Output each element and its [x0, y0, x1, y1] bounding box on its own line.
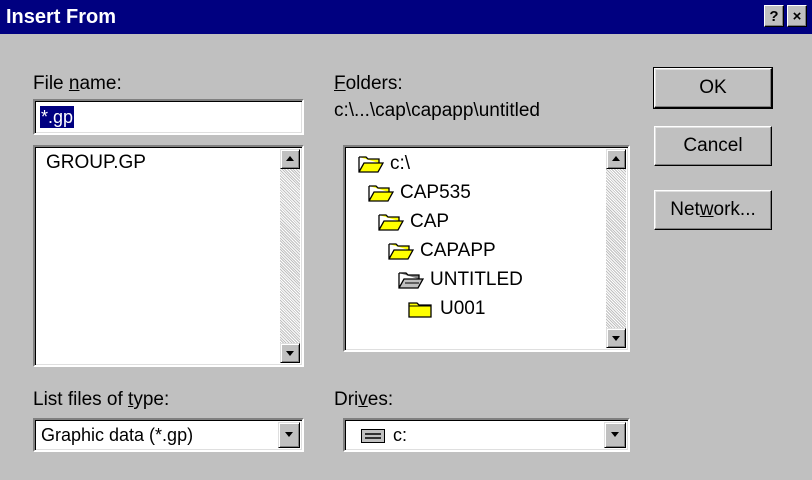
close-button[interactable]: ×: [787, 5, 807, 27]
folder-list[interactable]: c:\ CAP535 CAP CAPAPP UNTITLED U001: [343, 145, 630, 352]
chevron-down-icon: [286, 351, 294, 356]
folder-list-scrollbar[interactable]: [606, 149, 626, 348]
file-list-item[interactable]: GROUP.GP: [46, 151, 146, 175]
help-button[interactable]: ?: [764, 5, 784, 27]
chevron-up-icon: [286, 156, 294, 161]
drives-select[interactable]: c:: [343, 418, 630, 452]
current-folder-icon: [398, 272, 424, 289]
chevron-down-icon: [612, 336, 620, 341]
scroll-down-button[interactable]: [606, 328, 626, 348]
open-folder-icon: [388, 243, 414, 260]
open-folder-icon: [378, 214, 404, 231]
network-button[interactable]: Network...: [654, 190, 772, 230]
chevron-down-icon: [285, 432, 293, 437]
chevron-up-icon: [612, 156, 620, 161]
chevron-down-icon: [611, 432, 619, 437]
drives-dropdown-button[interactable]: [604, 422, 626, 448]
file-type-label: List files of type:: [33, 389, 170, 410]
file-name-label: File name:: [33, 73, 122, 94]
file-name-value: *.gp: [40, 106, 75, 128]
file-list[interactable]: GROUP.GP: [33, 145, 304, 367]
scroll-down-button[interactable]: [280, 343, 300, 363]
drive-value: c:: [393, 425, 408, 445]
file-type-select[interactable]: Graphic data (*.gp): [33, 418, 304, 452]
file-list-scrollbar[interactable]: [280, 149, 300, 363]
open-folder-icon: [358, 156, 384, 173]
cancel-button[interactable]: Cancel: [654, 126, 772, 166]
drives-label: Drives:: [334, 389, 394, 410]
drive-icon: [361, 429, 385, 443]
scroll-up-button[interactable]: [280, 149, 300, 169]
file-type-dropdown-button[interactable]: [278, 422, 300, 448]
open-folder-icon: [368, 185, 394, 202]
file-name-input[interactable]: *.gp: [33, 99, 304, 135]
folders-label: Folders:: [334, 73, 403, 94]
closed-folder-icon: [408, 302, 432, 318]
title-bar: Insert From ? ×: [0, 0, 812, 34]
file-type-value: Graphic data (*.gp): [41, 425, 194, 445]
folder-path: c:\...\cap\capapp\untitled: [334, 100, 540, 121]
ok-button[interactable]: OK: [653, 67, 773, 109]
window-title: Insert From: [6, 6, 117, 28]
scroll-up-button[interactable]: [606, 149, 626, 169]
